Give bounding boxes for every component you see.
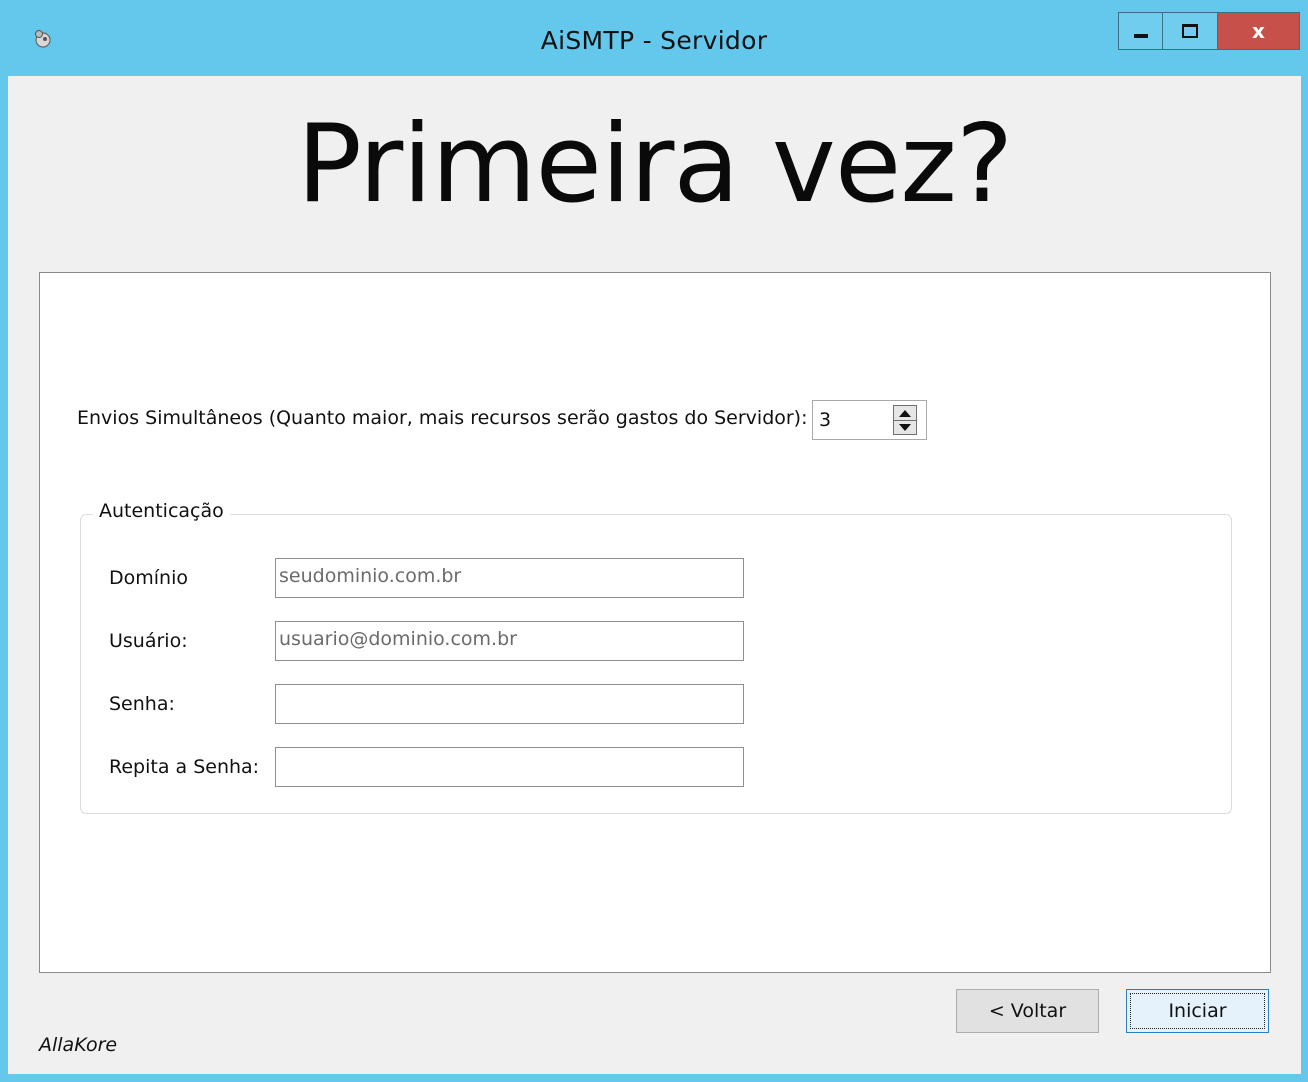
- client-area: Primeira vez? Envios Simultâneos (Quanto…: [8, 76, 1301, 1074]
- settings-panel: Envios Simultâneos (Quanto maior, mais r…: [39, 272, 1271, 973]
- envios-value[interactable]: 3: [819, 409, 831, 431]
- title-bar[interactable]: AiSMTP - Servidor x: [0, 0, 1308, 76]
- envios-label: Envios Simultâneos (Quanto maior, mais r…: [77, 407, 808, 429]
- usuario-label: Usuário:: [109, 630, 188, 652]
- maximize-button[interactable]: [1162, 12, 1218, 50]
- minimize-icon: [1133, 34, 1148, 38]
- start-button[interactable]: Iniciar: [1126, 989, 1269, 1033]
- auth-groupbox: Autenticação Domínio seudominio.com.br U…: [80, 500, 1232, 814]
- footer-brand: AllaKore: [39, 1034, 118, 1056]
- repita-senha-field[interactable]: [275, 747, 744, 787]
- arrow-up-icon: [899, 409, 911, 417]
- maximize-icon: [1182, 24, 1198, 38]
- usuario-field[interactable]: usuario@dominio.com.br: [275, 621, 744, 661]
- repita-senha-label: Repita a Senha:: [109, 756, 260, 778]
- page-title: Primeira vez?: [296, 102, 1014, 227]
- spin-down-button[interactable]: [894, 420, 916, 434]
- focus-ring: [1130, 993, 1265, 1029]
- close-icon: x: [1252, 19, 1265, 43]
- dominio-field[interactable]: seudominio.com.br: [275, 558, 744, 598]
- window-title: AiSMTP - Servidor: [540, 26, 768, 55]
- envios-spinner[interactable]: 3: [812, 400, 927, 440]
- spin-buttons: [893, 405, 917, 435]
- senha-field[interactable]: [275, 684, 744, 724]
- back-button-label: < Voltar: [988, 1000, 1067, 1022]
- back-button[interactable]: < Voltar: [956, 989, 1099, 1033]
- spin-up-button[interactable]: [894, 406, 916, 421]
- auth-group-title: Autenticação: [93, 500, 230, 522]
- dominio-label: Domínio: [109, 567, 188, 589]
- senha-label: Senha:: [109, 693, 175, 715]
- app-window: AiSMTP - Servidor x Primeira vez? Envios…: [0, 0, 1308, 1082]
- arrow-down-icon: [899, 423, 911, 431]
- close-button[interactable]: x: [1218, 12, 1300, 50]
- minimize-button[interactable]: [1118, 12, 1162, 50]
